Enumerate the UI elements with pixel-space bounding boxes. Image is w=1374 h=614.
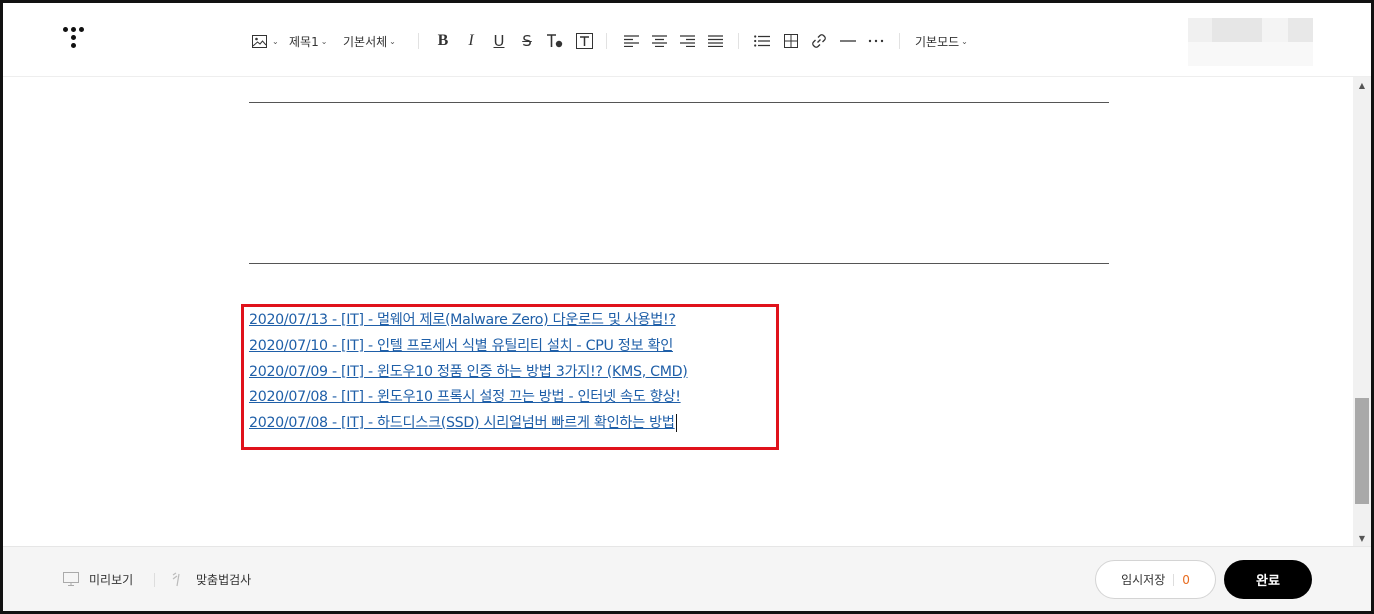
profile-avatar[interactable] [1188,18,1313,66]
align-left-button[interactable] [620,29,642,53]
related-link[interactable]: 2020/07/13 - [IT] - 멀웨어 제로(Malware Zero)… [249,308,809,334]
vertical-scrollbar[interactable]: ▲ ▼ [1353,77,1371,546]
related-link[interactable]: 2020/07/08 - [IT] - 하드디스크(SSD) 시리얼넘버 빠르게… [249,415,675,431]
chevron-down-icon: ⌄ [389,36,396,46]
chevron-down-icon: ⌄ [961,36,968,46]
text-color-icon [544,30,566,52]
button-divider [1173,573,1175,586]
footer-divider [154,573,155,587]
link-icon [808,30,830,52]
related-link[interactable]: 2020/07/10 - [IT] - 인텔 프로세서 식별 유틸리티 설치 -… [249,334,809,360]
insert-image-button[interactable]: ⌄ [248,29,279,53]
spellcheck-label: 맞춤법검사 [196,572,252,587]
strikethrough-icon: S [522,32,532,50]
horizontal-rule [249,263,1109,264]
related-links-list: 2020/07/13 - [IT] - 멀웨어 제로(Malware Zero)… [249,308,809,437]
text-background-button[interactable] [573,29,595,53]
italic-icon: I [468,32,474,49]
scroll-up-icon[interactable]: ▲ [1353,77,1371,93]
horizontal-rule [249,102,1109,103]
toolbar-divider [418,33,419,49]
link-button[interactable] [808,29,830,53]
heading-label: 제목1 [289,34,319,49]
toolbar-divider [606,33,607,49]
strikethrough-button[interactable]: S [516,29,538,53]
spellcheck-button[interactable]: 맞춤법검사 [169,570,251,588]
italic-button[interactable]: I [460,29,482,53]
align-center-icon [648,30,670,52]
align-right-icon [676,30,698,52]
bold-button[interactable]: B [432,29,454,53]
editor-content[interactable]: 2020/07/13 - [IT] - 멀웨어 제로(Malware Zero)… [3,77,1353,546]
tistory-logo-icon[interactable] [63,27,93,57]
font-label: 기본서체 [343,34,388,49]
horizontal-rule-icon [837,30,859,52]
image-icon [248,30,270,52]
temp-save-button[interactable]: 임시저장 0 [1095,560,1216,599]
toolbar-divider [899,33,900,49]
bold-icon: B [437,32,449,49]
text-color-button[interactable] [544,29,566,53]
temp-save-count: 0 [1182,572,1190,587]
related-link[interactable]: 2020/07/09 - [IT] - 윈도우10 정품 인증 하는 방법 3가… [249,360,809,386]
chevron-down-icon: ⌄ [320,36,328,46]
related-link[interactable]: 2020/07/08 - [IT] - 윈도우10 프록시 설정 끄는 방법 -… [249,385,809,411]
temp-save-label: 임시저장 [1121,573,1166,587]
chevron-down-icon: ⌄ [272,36,279,46]
list-icon [751,30,773,52]
align-justify-button[interactable] [704,29,726,53]
preview-button[interactable]: 미리보기 [62,570,133,588]
list-button[interactable] [751,29,773,53]
editor-footer: 미리보기 맞춤법검사 임시저장 0 완료 [3,546,1371,611]
align-center-button[interactable] [648,29,670,53]
heading-select[interactable]: 제목1 ⌄ [289,29,327,53]
align-left-icon [620,30,642,52]
scrollbar-thumb[interactable] [1355,398,1369,504]
publish-done-button[interactable]: 완료 [1224,560,1312,599]
mode-select[interactable]: 기본모드 ⌄ [915,29,968,53]
text-cursor [675,413,677,432]
editor-toolbar: ⌄ 제목1 ⌄ 기본서체 ⌄ B I U S 기본모드 ⌄ [3,3,1371,77]
font-select[interactable]: 기본서체 ⌄ [343,29,396,53]
horizontal-rule-button[interactable] [837,29,859,53]
align-justify-icon [704,30,726,52]
align-right-button[interactable] [676,29,698,53]
text-background-icon [573,30,595,52]
spellcheck-icon [169,570,187,588]
monitor-icon [62,570,80,588]
more-button[interactable] [865,29,887,53]
more-icon [865,30,887,52]
table-icon [780,30,802,52]
mode-label: 기본모드 [915,34,960,49]
underline-button[interactable]: U [488,29,510,53]
underline-icon: U [493,32,505,50]
preview-label: 미리보기 [89,572,134,587]
toolbar-divider [738,33,739,49]
table-button[interactable] [780,29,802,53]
scroll-down-icon[interactable]: ▼ [1353,530,1371,546]
